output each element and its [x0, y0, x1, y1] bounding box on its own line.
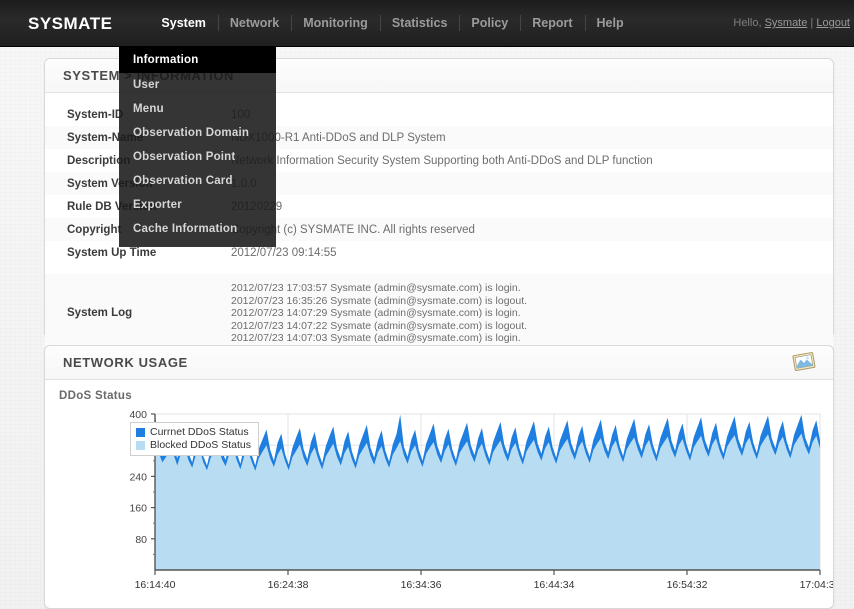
table-mid-spacer: [45, 264, 833, 274]
top-navigation-bar: SYSMATE System Network Monitoring Statistic…: [0, 0, 854, 47]
legend-swatch-icon: [136, 428, 145, 437]
system-dropdown-menu: Information User Menu Observation Domain Obs…: [119, 47, 276, 247]
legend-label: Blocked DDoS Status: [150, 439, 251, 451]
brand-logo[interactable]: SYSMATE: [28, 14, 112, 34]
log-line: 2012/07/23 16:35:26 Sysmate (admin@sysma…: [231, 294, 528, 307]
menu-item-exporter[interactable]: Exporter: [119, 193, 276, 217]
nav-item-monitoring[interactable]: Monitoring: [291, 0, 380, 47]
nav-item-report[interactable]: Report: [520, 0, 584, 47]
info-value: NDX1000-R1 Anti-DDoS and DLP System: [231, 131, 446, 144]
greeting-text: Hello,: [733, 17, 762, 29]
nav-item-policy[interactable]: Policy: [459, 0, 520, 47]
svg-text:16:34:36: 16:34:36: [401, 579, 442, 591]
svg-text:160: 160: [129, 503, 147, 515]
svg-text:400: 400: [129, 409, 147, 421]
system-log-content: 2012/07/23 17:03:57 Sysmate (admin@sysma…: [231, 282, 833, 345]
nav-item-help[interactable]: Help: [584, 0, 636, 47]
nav-item-network[interactable]: Network: [217, 0, 291, 47]
nav-separator: |: [810, 17, 814, 29]
info-value: 2012/07/23 09:14:55: [231, 246, 337, 259]
svg-text:240: 240: [129, 471, 147, 483]
svg-text:17:04:30: 17:04:30: [800, 579, 833, 591]
menu-item-information[interactable]: Information: [119, 47, 276, 73]
info-value: Copyright (c) SYSMATE INC. All rights re…: [231, 223, 475, 236]
network-panel-header: NETWORK USAGE: [45, 346, 833, 380]
svg-text:16:24:38: 16:24:38: [268, 579, 309, 591]
legend-label: Currnet DDoS Status: [150, 426, 249, 438]
log-line: 2012/07/23 14:07:29 Sysmate (admin@sysma…: [231, 307, 521, 320]
user-session-box: Hello, Sysmate | Logout: [733, 0, 850, 47]
info-value: 100: [231, 109, 833, 121]
menu-item-observation-card[interactable]: Observation Card: [119, 169, 276, 193]
logout-link[interactable]: Logout: [816, 17, 850, 29]
network-usage-title: NETWORK USAGE: [63, 355, 188, 370]
svg-text:16:54:32: 16:54:32: [667, 579, 708, 591]
nav-item-system[interactable]: System: [149, 0, 217, 47]
log-line: 2012/07/23 14:07:03 Sysmate (admin@sysma…: [231, 332, 521, 345]
svg-text:16:14:40: 16:14:40: [135, 579, 176, 591]
menu-item-observation-point[interactable]: Observation Point: [119, 145, 276, 169]
log-line: 2012/07/23 14:07:22 Sysmate (admin@sysma…: [231, 319, 528, 332]
legend-swatch-icon: [136, 441, 145, 450]
svg-text:80: 80: [135, 534, 147, 546]
menu-item-user[interactable]: User: [119, 73, 276, 97]
menu-item-menu[interactable]: Menu: [119, 97, 276, 121]
svg-text:16:44:34: 16:44:34: [534, 579, 575, 591]
nav-item-statistics[interactable]: Statistics: [379, 0, 460, 47]
info-label: System Up Time: [67, 246, 157, 259]
menu-item-cache-information[interactable]: Cache Information: [119, 217, 276, 241]
system-log-label: System Log: [67, 307, 133, 320]
info-value: Network Information Security System Supp…: [231, 154, 653, 167]
chart-legend: Currnet DDoS Status Blocked DDoS Status: [130, 422, 259, 456]
ddos-chart-container: DDoS Status 4003202401608016:14:4016:24:…: [45, 380, 833, 608]
system-log-row: System Log 2012/07/23 17:03:57 Sysmate (…: [45, 274, 833, 353]
main-nav: System Network Monitoring Statistics Policy R…: [149, 0, 635, 47]
picture-icon[interactable]: [791, 351, 817, 373]
legend-entry: Currnet DDoS Status: [136, 426, 251, 439]
username-link[interactable]: Sysmate: [765, 17, 808, 29]
network-usage-panel: NETWORK USAGE DDoS Status 40032024016080…: [44, 345, 834, 609]
legend-entry: Blocked DDoS Status: [136, 439, 251, 452]
chart-title: DDoS Status: [59, 390, 132, 402]
info-value: 1.0.0: [231, 178, 833, 190]
menu-item-observation-domain[interactable]: Observation Domain: [119, 121, 276, 145]
info-value: 20120229: [231, 201, 833, 213]
log-line: 2012/07/23 17:03:57 Sysmate (admin@sysma…: [231, 282, 521, 294]
